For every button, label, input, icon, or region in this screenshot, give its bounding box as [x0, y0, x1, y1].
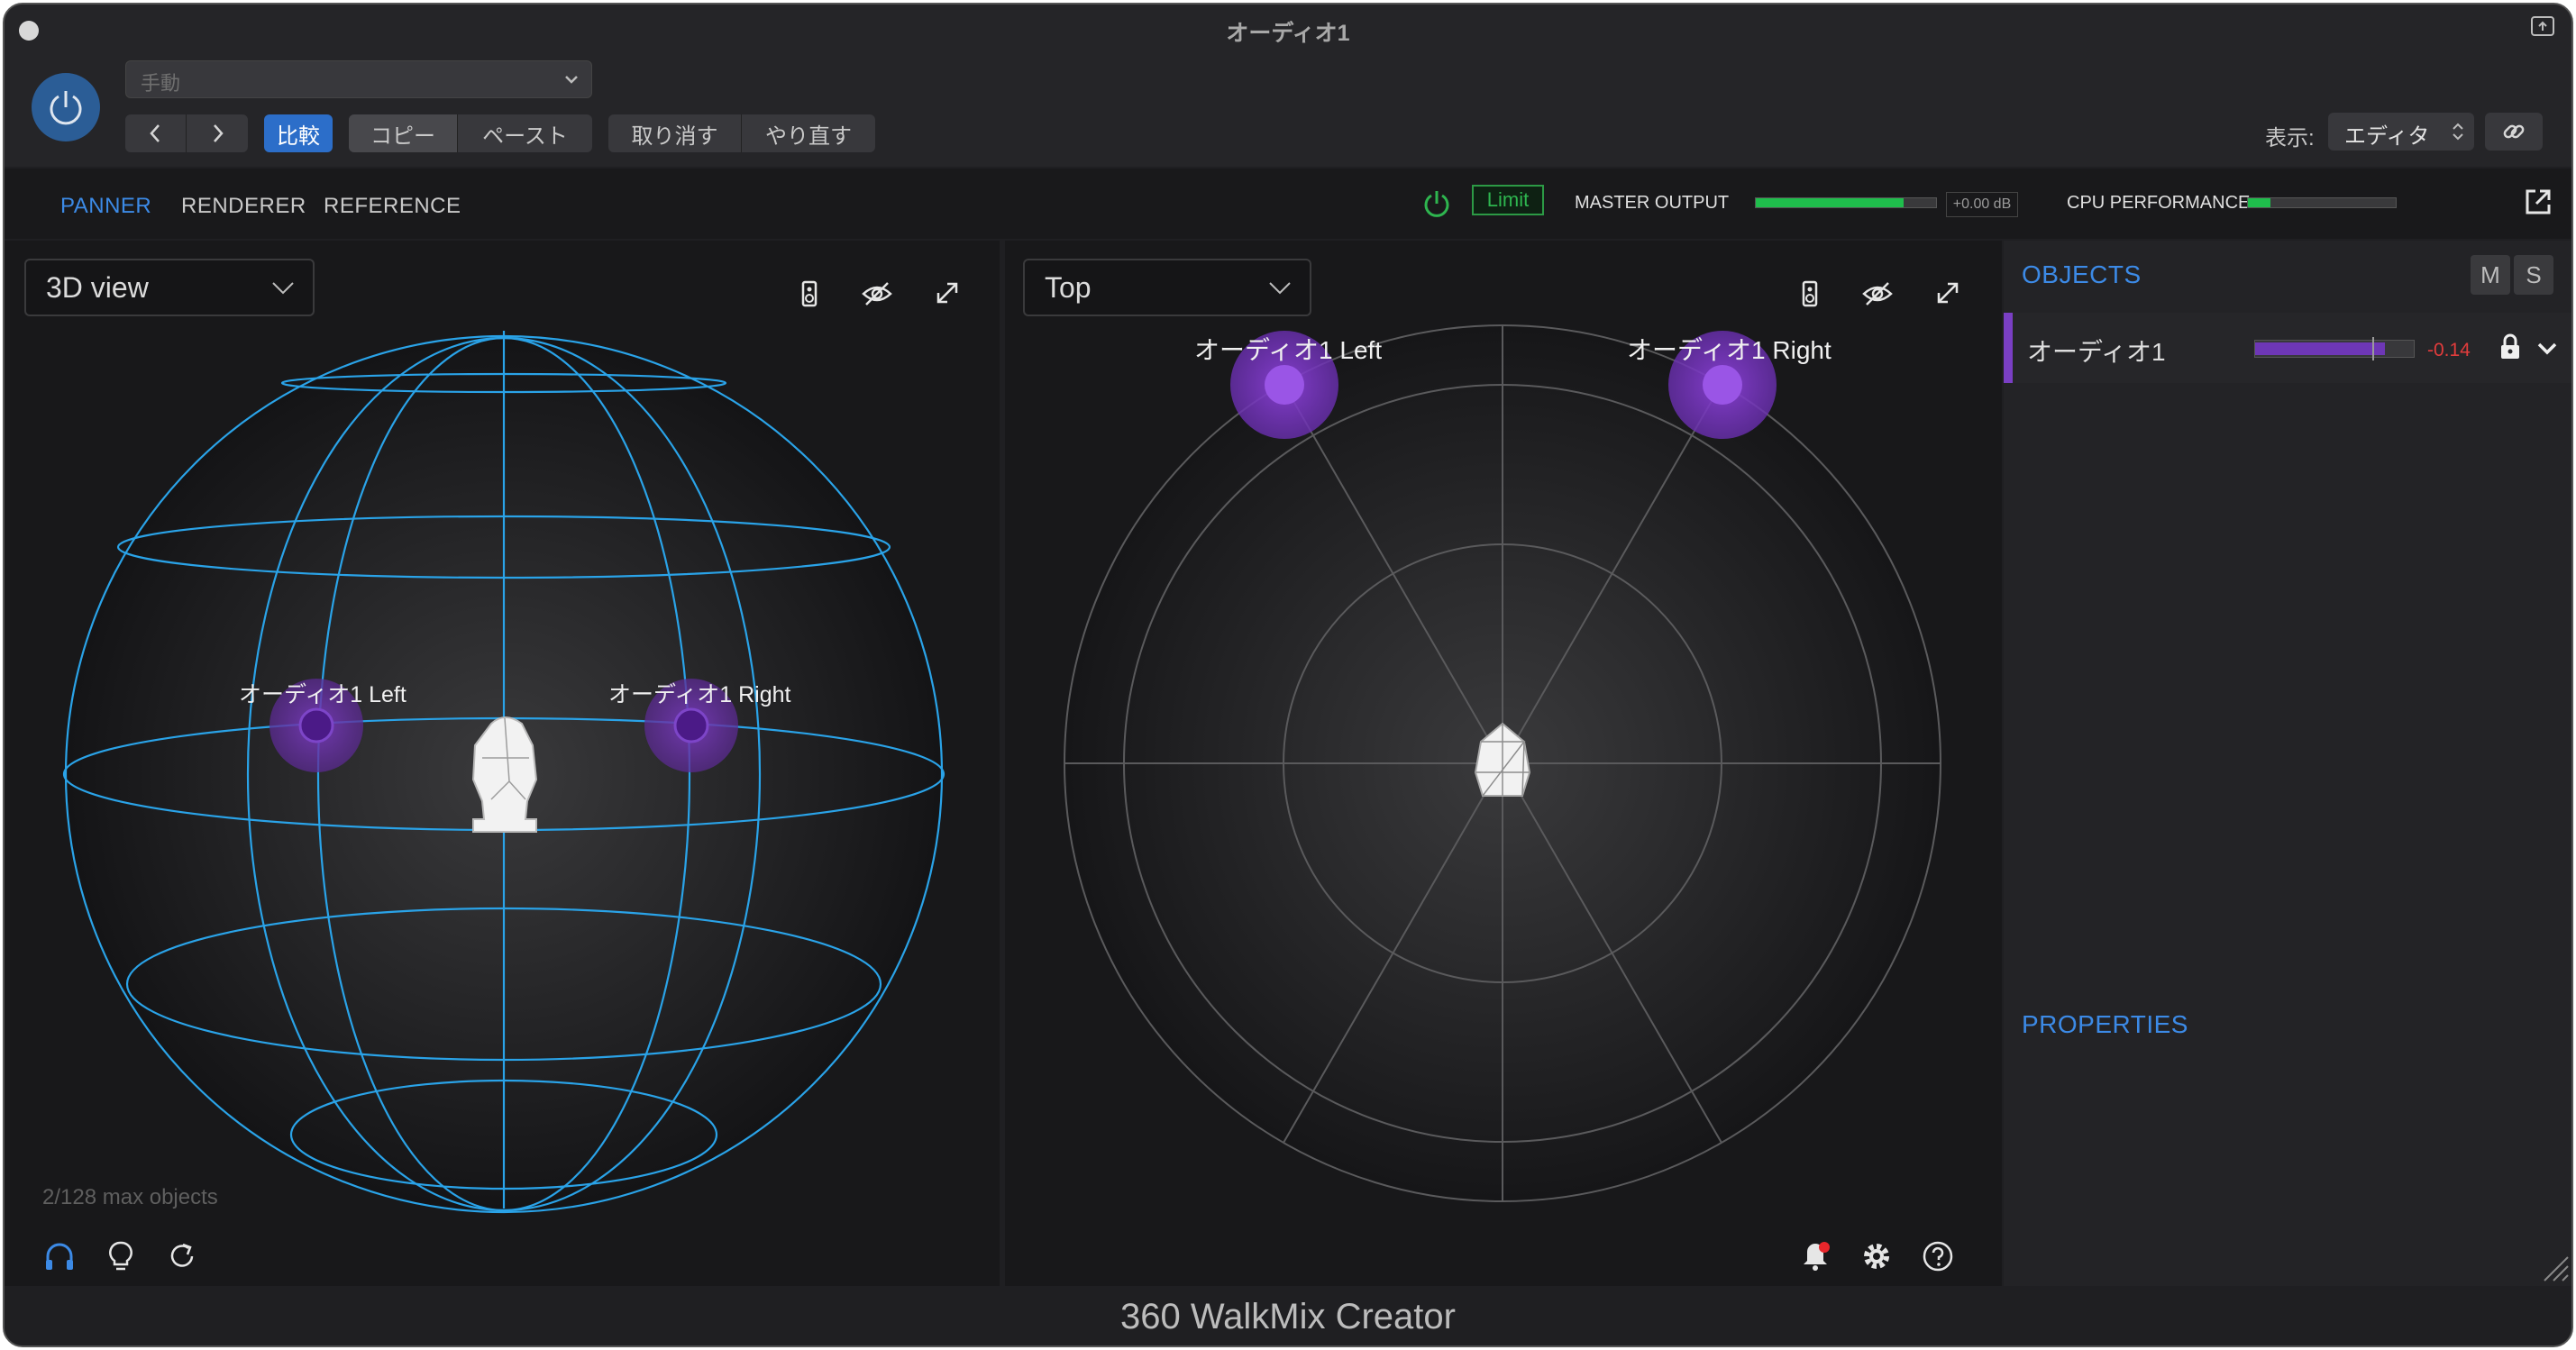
expand-icon[interactable]: [1933, 278, 1962, 307]
objects-title: OBJECTS: [2022, 260, 2142, 288]
plugin-header: PANNER RENDERER REFERENCE Limit MASTER O…: [5, 169, 2571, 239]
object-list-item[interactable]: オーディオ1 -0.14: [2004, 313, 2571, 383]
settings-gear-icon[interactable]: [1859, 1239, 1894, 1273]
chevron-left-icon: [149, 124, 160, 142]
paste-button[interactable]: ペースト: [458, 114, 592, 152]
popout-icon[interactable]: [2523, 187, 2553, 217]
speaker-icon[interactable]: [794, 278, 825, 309]
preset-nav-group: [125, 114, 248, 152]
preset-select[interactable]: 手動: [125, 60, 592, 98]
cpu-performance-meter-fill: [2248, 198, 2270, 207]
chevron-down-icon: [565, 76, 578, 84]
reset-rotation-icon[interactable]: [165, 1239, 199, 1273]
limit-toggle[interactable]: Limit: [1472, 185, 1544, 215]
master-output-db: +0.00 dB: [1946, 192, 2018, 217]
sphere-canvas[interactable]: [5, 241, 1000, 1286]
plugin-bypass-button[interactable]: [32, 73, 100, 141]
chevron-down-icon[interactable]: [2535, 338, 2559, 360]
updown-chevron-icon: [2453, 123, 2463, 141]
view-label: 表示:: [2265, 126, 2315, 151]
master-output-meter-fill: [1756, 198, 1904, 207]
copy-button[interactable]: コピー: [349, 114, 457, 152]
lock-icon[interactable]: [2498, 333, 2523, 361]
cpu-performance-meter: [2247, 197, 2397, 208]
power-icon: [50, 91, 82, 125]
cpu-performance-label: CPU PERFORMANCE: [2067, 193, 2251, 213]
visibility-off-icon[interactable]: [1861, 278, 1894, 309]
visibility-off-icon[interactable]: [861, 278, 893, 309]
view-mode-dropdown-3d[interactable]: 3D view: [24, 259, 315, 316]
resize-grip-icon[interactable]: [2537, 1250, 2570, 1282]
undo-redo-group: 取り消す やり直す: [608, 114, 875, 152]
tab-renderer[interactable]: RENDERER: [181, 194, 306, 219]
panner-top-view[interactable]: Top オーディオ1 Left オーディオ1 Right: [1005, 241, 2002, 1286]
max-objects-text: 2/128 max objects: [42, 1185, 218, 1209]
tab-reference[interactable]: REFERENCE: [324, 194, 461, 219]
link-button[interactable]: [2485, 113, 2543, 151]
chevron-down-icon: [272, 282, 294, 295]
view-mode-dropdown-top[interactable]: Top: [1023, 259, 1311, 316]
copy-paste-group: コピー ペースト: [349, 114, 592, 152]
expand-icon[interactable]: [933, 278, 962, 307]
master-output-meter: [1755, 197, 1937, 208]
limiter-power-icon[interactable]: [1421, 188, 1452, 219]
view-select[interactable]: エディタ: [2328, 113, 2474, 151]
listener-head-3d: [471, 716, 538, 833]
help-icon[interactable]: [1921, 1239, 1955, 1273]
master-output-label: MASTER OUTPUT: [1575, 193, 1730, 213]
object-left-label-top: オーディオ1 Left: [1194, 336, 1383, 364]
object-level-meter-fill: [2255, 342, 2386, 355]
object-right-label-top: オーディオ1 Right: [1627, 336, 1832, 364]
chevron-right-icon: [214, 124, 224, 142]
brand-footer: 360 WalkMix Creator: [5, 1288, 2571, 1345]
objects-sidebar: OBJECTS M S オーディオ1 -0.14 PROPERTIES: [2004, 241, 2571, 1286]
object-left-label-3d: オーディオ1 Left: [239, 682, 406, 707]
tab-panner[interactable]: PANNER: [60, 194, 151, 219]
host-toolbar: オーディオ1 手動 比較 コピー ペースト 取り消す やり直す 表示: エディタ: [5, 5, 2571, 167]
view-mode-3d-value: 3D view: [46, 271, 149, 304]
preset-select-value: 手動: [141, 72, 181, 95]
properties-title: PROPERTIES: [2022, 1010, 2188, 1038]
object-level-meter: [2254, 337, 2415, 360]
next-preset-button[interactable]: [187, 114, 248, 152]
link-icon: [2503, 124, 2525, 139]
solo-all-button[interactable]: S: [2514, 255, 2553, 295]
headphones-icon[interactable]: [42, 1239, 77, 1273]
notification-bell-icon[interactable]: [1798, 1239, 1832, 1273]
redo-button[interactable]: やり直す: [742, 114, 875, 152]
brand-name: 360 WalkMix Creator: [1120, 1297, 1456, 1336]
object-level-db: -0.14: [2427, 340, 2471, 360]
view-select-value: エディタ: [2344, 124, 2430, 149]
panner-3d-view[interactable]: 3D view オーディオ1 Left オーディオ1 Right 2/128 m…: [5, 241, 1000, 1286]
compare-button[interactable]: 比較: [264, 114, 333, 152]
object-name: オーディオ1: [2027, 338, 2166, 366]
object-level-peak: [2372, 337, 2375, 360]
window-title: オーディオ1: [1226, 21, 1350, 46]
speaker-icon[interactable]: [1795, 278, 1825, 309]
mute-all-button[interactable]: M: [2471, 255, 2510, 295]
float-window-icon[interactable]: [2530, 15, 2555, 37]
lightbulb-icon[interactable]: [104, 1239, 138, 1273]
view-mode-top-value: Top: [1045, 271, 1092, 304]
chevron-down-icon: [1269, 282, 1291, 295]
undo-button[interactable]: 取り消す: [608, 114, 741, 152]
object-right-label-3d: オーディオ1 Right: [608, 682, 791, 707]
top-view-canvas[interactable]: [1005, 241, 2002, 1286]
previous-preset-button[interactable]: [125, 114, 186, 152]
plugin-window: オーディオ1 手動 比較 コピー ペースト 取り消す やり直す 表示: エディタ…: [3, 3, 2573, 1347]
object-color-swatch: [2004, 313, 2013, 383]
